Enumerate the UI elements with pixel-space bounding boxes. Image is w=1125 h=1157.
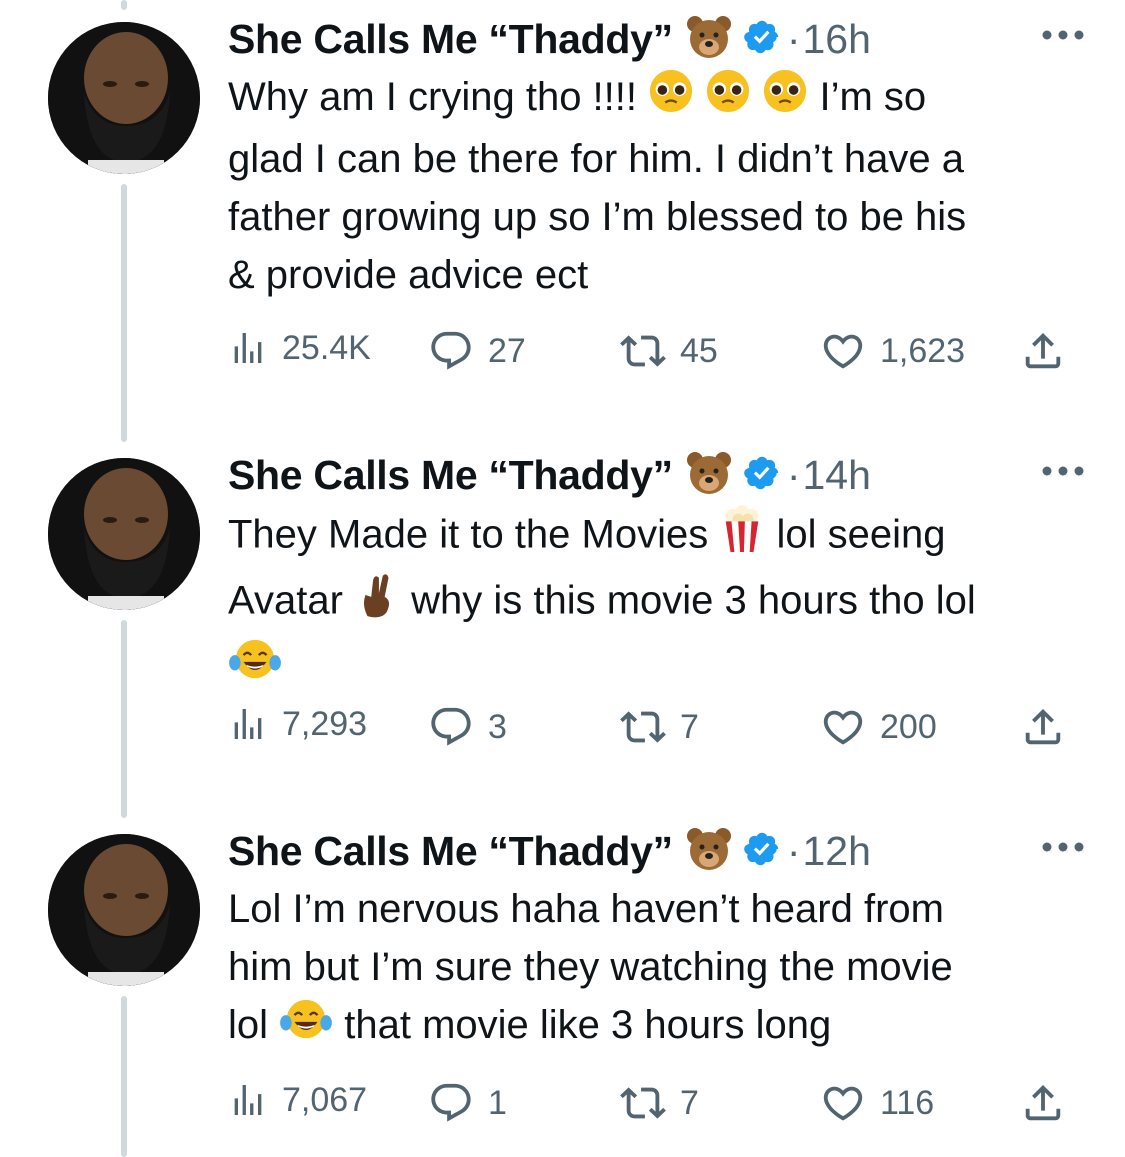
analytics-icon xyxy=(234,1085,262,1115)
share-icon xyxy=(1025,332,1061,369)
share-icon xyxy=(1025,1084,1061,1121)
like-button[interactable]: 200 xyxy=(820,704,937,750)
bear-face-emoji xyxy=(685,449,733,502)
share-button[interactable] xyxy=(1020,1080,1066,1126)
more-options-icon[interactable] xyxy=(1041,464,1085,482)
tweet-header: She Calls Me “Thaddy” · 14h xyxy=(228,446,1085,504)
share-button[interactable] xyxy=(1020,704,1066,750)
reply-count: 1 xyxy=(488,1083,507,1122)
text-segment: why is this movie 3 hours tho lol xyxy=(400,578,976,623)
reply-icon xyxy=(431,707,471,746)
heart-icon xyxy=(823,1086,863,1121)
views-count: 7,293 xyxy=(282,704,368,743)
text-segment: Lol I’m nervous haha haven’t heard from xyxy=(228,887,944,931)
text-segment: glad I can be there for him. I didn’t ha… xyxy=(228,137,964,182)
views-count: 25.4K xyxy=(282,328,371,367)
views-button[interactable]: 7,067 xyxy=(228,1080,367,1120)
verified-badge-icon xyxy=(743,830,781,873)
tweet-text: Why am I crying tho !!!! I’m so glad I c… xyxy=(228,68,1085,304)
reply-button[interactable]: 27 xyxy=(428,328,526,374)
like-count: 200 xyxy=(880,707,937,746)
separator-dot: · xyxy=(786,451,801,498)
bear-face-emoji xyxy=(685,13,733,66)
tweet-actions: 7,067 1 7 116 xyxy=(228,1080,1078,1130)
reply-count: 3 xyxy=(488,707,507,746)
timestamp[interactable]: 14h xyxy=(802,452,870,499)
like-button[interactable]: 116 xyxy=(820,1080,934,1126)
separator-dot: · xyxy=(786,15,801,62)
verified-badge-icon xyxy=(743,454,781,497)
text-segment: him but I’m sure they watching the movie xyxy=(228,945,953,989)
reply-count: 27 xyxy=(488,331,526,370)
retweet-icon xyxy=(620,711,666,743)
more-options-icon[interactable] xyxy=(1041,28,1085,46)
retweet-count: 7 xyxy=(680,1083,699,1122)
like-button[interactable]: 1,623 xyxy=(820,328,965,374)
views-button[interactable]: 7,293 xyxy=(228,704,367,744)
like-count: 1,623 xyxy=(880,331,966,370)
separator-dot: · xyxy=(786,827,801,874)
tweet-text: Lol I’m nervous haha haven’t heard from … xyxy=(228,880,1085,1058)
retweet-count: 7 xyxy=(680,707,699,746)
display-name[interactable]: She Calls Me “Thaddy” xyxy=(228,452,673,499)
pleading-face-emoji xyxy=(648,68,694,130)
reply-icon xyxy=(431,331,471,370)
retweet-icon xyxy=(620,335,666,367)
face-with-tears-of-joy-emoji xyxy=(279,996,333,1058)
reply-button[interactable]: 3 xyxy=(428,704,507,750)
tweet[interactable]: She Calls Me “Thaddy” · 16h Why am I cry… xyxy=(0,0,1125,420)
avatar[interactable] xyxy=(48,458,200,610)
retweet-button[interactable]: 7 xyxy=(620,1080,699,1126)
tweet[interactable]: She Calls Me “Thaddy” · 12h Lol I’m nerv… xyxy=(0,816,1125,1157)
heart-icon xyxy=(823,710,863,745)
verified-badge-icon xyxy=(743,18,781,61)
avatar[interactable] xyxy=(48,834,200,986)
tweet-actions: 25.4K 27 45 1,623 xyxy=(228,328,1078,378)
timestamp[interactable]: 12h xyxy=(802,828,870,875)
share-icon xyxy=(1025,708,1061,745)
analytics-icon xyxy=(234,333,262,363)
popcorn-emoji xyxy=(719,504,765,570)
text-segment: lol xyxy=(228,1003,280,1047)
retweet-count: 45 xyxy=(680,331,718,370)
views-button[interactable]: 25.4K xyxy=(228,328,371,368)
like-count: 116 xyxy=(880,1083,935,1122)
more-options-icon[interactable] xyxy=(1041,840,1085,858)
tweet-actions: 7,293 3 7 200 xyxy=(228,704,1078,754)
tweet-header: She Calls Me “Thaddy” · 12h xyxy=(228,822,1085,880)
timestamp[interactable]: 16h xyxy=(802,16,870,63)
tweet-text: They Made it to the Movies lol seeing Av… xyxy=(228,504,1085,698)
retweet-icon xyxy=(620,1087,666,1119)
tweet-header: She Calls Me “Thaddy” · 16h xyxy=(228,10,1085,68)
display-name[interactable]: She Calls Me “Thaddy” xyxy=(228,16,673,63)
text-segment: that movie like 3 hours long xyxy=(333,1003,832,1047)
retweet-button[interactable]: 7 xyxy=(620,704,699,750)
avatar[interactable] xyxy=(48,22,200,174)
bear-face-emoji xyxy=(685,825,733,878)
text-segment: & provide advice ect xyxy=(228,253,589,298)
views-count: 7,067 xyxy=(282,1080,368,1119)
retweet-button[interactable]: 45 xyxy=(620,328,718,374)
text-segment: I’m so xyxy=(808,75,927,119)
share-button[interactable] xyxy=(1020,328,1066,374)
heart-icon xyxy=(823,334,863,369)
display-name[interactable]: She Calls Me “Thaddy” xyxy=(228,828,673,875)
reply-icon xyxy=(431,1083,471,1122)
crossed-fingers-emoji xyxy=(354,570,400,636)
pleading-face-emoji xyxy=(762,68,808,130)
face-with-tears-of-joy-emoji xyxy=(228,636,282,698)
analytics-icon xyxy=(234,709,262,739)
tweet[interactable]: She Calls Me “Thaddy” · 14h They Made it… xyxy=(0,440,1125,810)
text-segment: They Made it to the Movies xyxy=(228,512,720,557)
text-segment: lol seeing xyxy=(765,512,946,557)
text-segment: Why am I crying tho !!!! xyxy=(228,75,649,119)
text-segment: father growing up so I’m blessed to be h… xyxy=(228,195,967,240)
pleading-face-emoji xyxy=(705,68,751,130)
reply-button[interactable]: 1 xyxy=(428,1080,507,1126)
text-segment: Avatar xyxy=(228,578,354,623)
